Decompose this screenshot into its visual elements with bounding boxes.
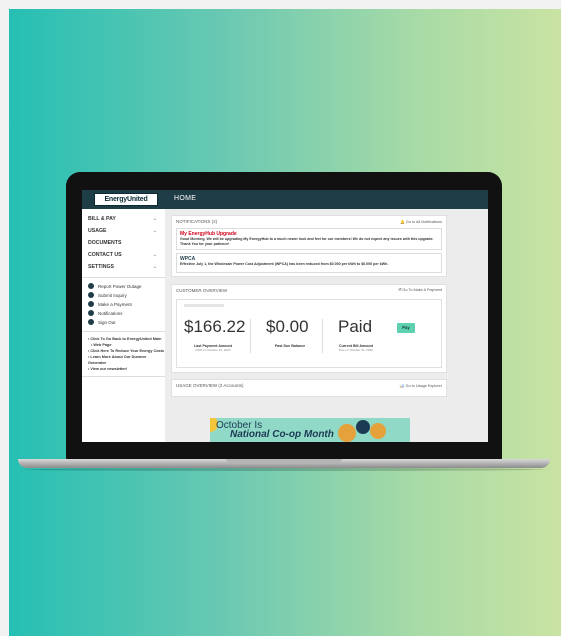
chevron-down-icon: ⌄ (152, 228, 157, 234)
sidebar-item-settings[interactable]: SETTINGS ⌄ (82, 261, 165, 273)
sidebar-item-label: USAGE (88, 228, 107, 234)
person-graphic (356, 420, 370, 434)
usage-overview-title: USAGE OVERVIEW (2 Accounts) (176, 383, 244, 388)
quick-link-label: Make a Payment (98, 302, 132, 307)
usage-overview-card: USAGE OVERVIEW (2 Accounts) 📊 Go to Usag… (171, 379, 447, 397)
laptop-screen: EnergyUnited HOME BILL & PAY ⌄ USAGE ⌄ DOC… (82, 190, 488, 442)
power-icon (88, 318, 94, 325)
notifications-title: NOTIFICATIONS (2) (176, 219, 218, 224)
last-payment-amount: $166.22 (184, 317, 246, 336)
main-content: NOTIFICATIONS (2) 🔔 Go to All Notificati… (165, 209, 488, 442)
quick-link-label: Sign Out (98, 320, 116, 325)
last-payment-date: PAID on October 16, 2023 (195, 348, 231, 352)
quick-link-label: Report Power Outage (98, 284, 142, 289)
go-to-usage-label: Go to Usage Explorer (405, 384, 442, 388)
link-newsletter[interactable]: View our newsletter! (82, 366, 165, 372)
quick-link-make-payment[interactable]: Make a Payment (82, 300, 165, 309)
bell-icon (88, 309, 94, 316)
sidebar-item-label: BILL & PAY (88, 216, 116, 222)
quick-link-label: Notifications (98, 311, 123, 316)
notification-item[interactable]: WPCA Effective July 1, the Wholesale Pow… (176, 253, 442, 273)
go-to-payment-link[interactable]: 🗎 Go To Make A Payment (398, 288, 442, 294)
page-title: HOME (174, 195, 197, 202)
current-bill-due: Due on October 31, 2023 (339, 348, 373, 352)
quick-link-report-outage[interactable]: Report Power Outage (82, 282, 165, 291)
chevron-down-icon: ⌄ (152, 252, 157, 258)
sidebar-item-label: SETTINGS (88, 264, 114, 270)
chevron-down-icon: ⌄ (152, 264, 157, 270)
sidebar-item-label: CONTACT US (88, 252, 122, 258)
past-due-amount: $0.00 (266, 317, 309, 336)
sidebar-divider (82, 277, 165, 278)
pay-button[interactable]: Pay (397, 323, 415, 333)
chevron-down-icon: ⌄ (152, 216, 157, 222)
sidebar-item-contact-us[interactable]: CONTACT US ⌄ (82, 249, 165, 261)
divider (322, 319, 323, 353)
laptop-notch (226, 459, 342, 463)
banner-line2: National Co-op Month (230, 429, 334, 440)
sidebar-divider (82, 331, 165, 332)
bill-status: Paid (338, 317, 373, 336)
person-graphic (370, 423, 386, 439)
link-dunmor-generator[interactable]: Learn More About Our Dunmor Generator (82, 354, 165, 366)
notification-item[interactable]: My EnergyHub Upgrade Good Morning. We wi… (176, 228, 442, 250)
sidebar-item-documents[interactable]: DOCUMENTS (82, 237, 165, 249)
question-icon (88, 291, 94, 298)
quick-link-sign-out[interactable]: Sign Out (82, 318, 165, 327)
sidebar-item-usage[interactable]: USAGE ⌄ (82, 225, 165, 237)
notifications-card: NOTIFICATIONS (2) 🔔 Go to All Notificati… (171, 215, 447, 277)
go-to-notifications-label: Go to All Notifications (405, 220, 442, 224)
bolt-icon (88, 282, 94, 289)
go-to-notifications-link[interactable]: 🔔 Go to All Notifications (400, 219, 442, 224)
sidebar-divider (82, 376, 165, 377)
laptop-shadow (24, 468, 544, 471)
customer-overview-title: CUSTOMER OVERVIEW (176, 288, 228, 293)
energyunited-logo[interactable]: EnergyUnited (94, 193, 158, 206)
sidebar-item-bill-pay[interactable]: BILL & PAY ⌄ (82, 213, 165, 225)
go-to-payment-label: Go To Make A Payment (402, 288, 442, 292)
past-due-label: Past Due Balance (274, 344, 306, 348)
go-to-usage-link[interactable]: 📊 Go to Usage Explorer (400, 383, 442, 388)
quick-link-notifications[interactable]: Notifications (82, 309, 165, 318)
coop-month-banner[interactable]: October Is National Co-op Month (210, 418, 410, 442)
top-bar: EnergyUnited HOME (82, 190, 488, 209)
divider (250, 319, 251, 353)
customer-overview-card: CUSTOMER OVERVIEW 🗎 Go To Make A Payment… (171, 284, 447, 373)
account-number-placeholder (184, 304, 224, 307)
sidebar-item-label: DOCUMENTS (88, 240, 122, 246)
person-graphic (338, 424, 356, 442)
quick-link-label: Submit Inquiry (98, 293, 127, 298)
notification-body: Good Morning. We will be upgrading My En… (180, 237, 434, 246)
quick-link-submit-inquiry[interactable]: Submit Inquiry (82, 291, 165, 300)
sidebar: BILL & PAY ⌄ USAGE ⌄ DOCUMENTS CONTACT US ⌄… (82, 209, 166, 442)
notification-body: Effective July 1, the Wholesale Power Co… (180, 262, 389, 266)
dollar-icon (88, 300, 94, 307)
